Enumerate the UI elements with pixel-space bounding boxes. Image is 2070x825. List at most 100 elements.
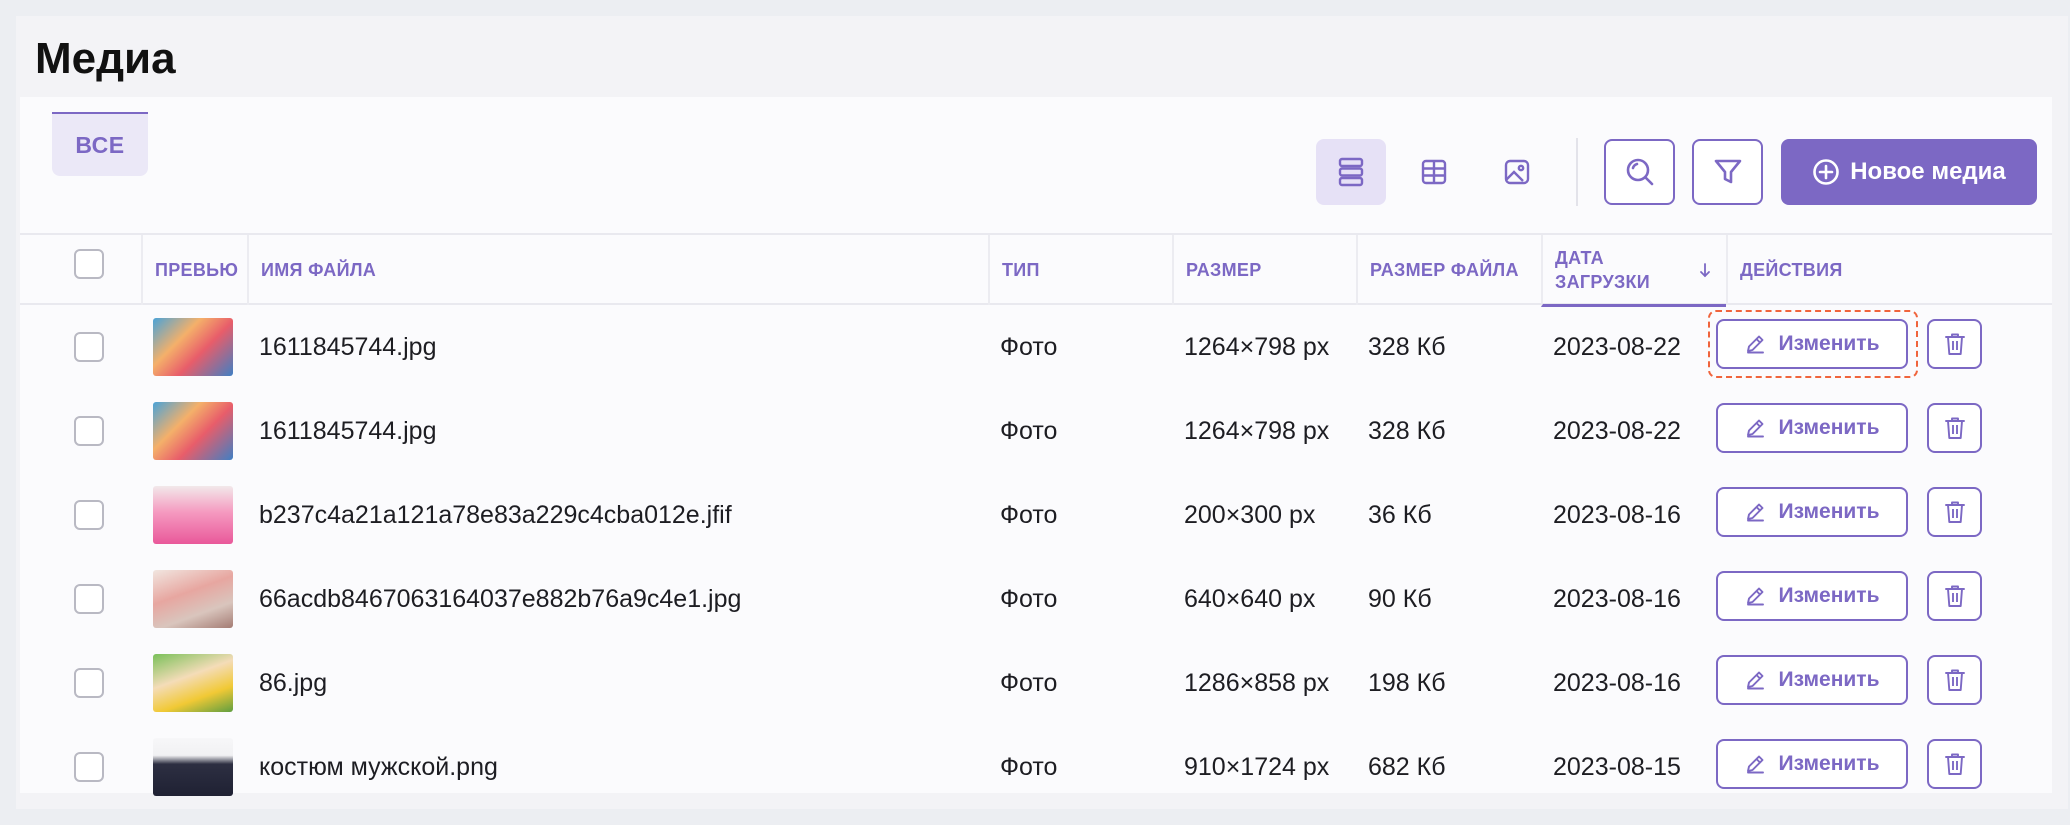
type-cell: Фото — [1000, 584, 1058, 613]
preview-thumbnail[interactable] — [153, 570, 233, 628]
upload-date-line2: ЗАГРУЗКИ — [1555, 271, 1651, 292]
filename-cell: 1611845744.jpg — [259, 416, 437, 445]
delete-button[interactable] — [1927, 403, 1982, 453]
plus-circle-icon — [1813, 159, 1840, 185]
type-cell: Фото — [1000, 332, 1058, 361]
file-size-cell: 328 Кб — [1368, 416, 1446, 445]
upload-date-cell: 2023-08-22 — [1553, 416, 1681, 445]
row-checkbox[interactable] — [74, 416, 104, 446]
filename-cell: b237c4a21a121a78e83a229c4cba012e.jfif — [259, 500, 732, 529]
column-preview: ПРЕВЬЮ — [141, 235, 247, 305]
table-row[interactable]: костюм мужской.png Фото 910×1724 px 682 … — [20, 725, 2052, 809]
delete-button[interactable] — [1927, 487, 1982, 537]
upload-date-cell: 2023-08-22 — [1553, 332, 1681, 361]
table-row[interactable]: 86.jpg Фото 1286×858 px 198 Кб 2023-08-1… — [20, 641, 2052, 725]
type-cell: Фото — [1000, 668, 1058, 697]
focus-ring — [1708, 310, 1918, 378]
type-cell: Фото — [1000, 416, 1058, 445]
edit-label: Изменить — [1778, 668, 1880, 691]
size-cell: 640×640 px — [1184, 584, 1316, 613]
size-cell: 1286×858 px — [1184, 668, 1330, 697]
search-button[interactable] — [1604, 139, 1675, 205]
search-icon — [1626, 158, 1653, 186]
upload-date-cell: 2023-08-16 — [1553, 584, 1681, 613]
filename-cell: 66acdb8467063164037e882b76a9c4e1.jpg — [259, 584, 742, 613]
edit-label: Изменить — [1778, 584, 1880, 607]
column-upload-date[interactable]: ДАТА ЗАГРУЗКИ — [1541, 235, 1726, 307]
file-size-cell: 682 Кб — [1368, 752, 1446, 781]
preview-thumbnail[interactable] — [153, 318, 233, 376]
column-size[interactable]: РАЗМЕР — [1172, 235, 1356, 305]
edit-button[interactable]: Изменить — [1716, 487, 1908, 537]
edit-label: Изменить — [1778, 752, 1880, 775]
table-row[interactable]: b237c4a21a121a78e83a229c4cba012e.jfif Фо… — [20, 473, 2052, 557]
tab-all[interactable]: ВСЕ — [52, 112, 148, 176]
trash-icon — [1944, 417, 1965, 439]
column-type[interactable]: ТИП — [988, 235, 1172, 305]
table-row[interactable]: 1611845744.jpg Фото 1264×798 px 328 Кб 2… — [20, 305, 2052, 389]
preview-thumbnail[interactable] — [153, 654, 233, 712]
row-checkbox[interactable] — [74, 500, 104, 530]
preview-thumbnail[interactable] — [153, 738, 233, 796]
pencil-icon — [1747, 503, 1765, 522]
upload-date-line1: ДАТА — [1555, 247, 1604, 268]
edit-button[interactable]: Изменить — [1716, 739, 1908, 789]
file-size-cell: 90 Кб — [1368, 584, 1432, 613]
toolbar-divider — [1576, 138, 1578, 206]
file-size-cell: 328 Кб — [1368, 332, 1446, 361]
upload-date-cell: 2023-08-16 — [1553, 668, 1681, 697]
size-cell: 200×300 px — [1184, 500, 1316, 529]
pencil-icon — [1747, 671, 1765, 690]
column-file-size[interactable]: РАЗМЕР ФАЙЛА — [1356, 235, 1541, 305]
edit-button[interactable]: Изменить — [1716, 571, 1908, 621]
list-icon — [1338, 157, 1364, 187]
grid-view-button[interactable] — [1399, 139, 1469, 205]
filter-button[interactable] — [1692, 139, 1763, 205]
size-cell: 1264×798 px — [1184, 332, 1330, 361]
trash-icon — [1944, 669, 1965, 691]
file-size-cell: 198 Кб — [1368, 668, 1446, 697]
upload-date-cell: 2023-08-15 — [1553, 752, 1681, 781]
grid-icon — [1421, 159, 1447, 185]
filename-cell: 1611845744.jpg — [259, 332, 437, 361]
select-all-checkbox[interactable] — [74, 249, 104, 279]
new-media-button[interactable]: Новое медиа — [1781, 139, 2037, 205]
row-checkbox[interactable] — [74, 752, 104, 782]
edit-label: Изменить — [1778, 416, 1880, 439]
column-upload-date-label: ДАТА ЗАГРУЗКИ — [1555, 246, 1650, 294]
filename-cell: 86.jpg — [259, 668, 328, 697]
edit-button[interactable]: Изменить — [1716, 655, 1908, 705]
filename-cell: костюм мужской.png — [259, 752, 498, 781]
arrow-down-icon — [1700, 262, 1710, 277]
row-checkbox[interactable] — [74, 584, 104, 614]
row-checkbox[interactable] — [74, 332, 104, 362]
edit-label: Изменить — [1778, 500, 1880, 523]
filter-icon — [1714, 159, 1741, 184]
pencil-icon — [1747, 419, 1765, 438]
delete-button[interactable] — [1927, 571, 1982, 621]
trash-icon — [1944, 333, 1965, 355]
delete-button[interactable] — [1927, 319, 1982, 369]
table-row[interactable]: 66acdb8467063164037e882b76a9c4e1.jpg Фот… — [20, 557, 2052, 641]
row-checkbox[interactable] — [74, 668, 104, 698]
table-row[interactable]: 1611845744.jpg Фото 1264×798 px 328 Кб 2… — [20, 389, 2052, 473]
delete-button[interactable] — [1927, 655, 1982, 705]
pencil-icon — [1747, 587, 1765, 606]
list-view-button[interactable] — [1316, 139, 1386, 205]
edit-button[interactable]: Изменить — [1716, 403, 1908, 453]
image-view-button[interactable] — [1482, 139, 1552, 205]
delete-button[interactable] — [1927, 739, 1982, 789]
preview-thumbnail[interactable] — [153, 486, 233, 544]
file-size-cell: 36 Кб — [1368, 500, 1432, 529]
type-cell: Фото — [1000, 500, 1058, 529]
size-cell: 910×1724 px — [1184, 752, 1330, 781]
column-filename[interactable]: ИМЯ ФАЙЛА — [247, 235, 988, 305]
trash-icon — [1944, 585, 1965, 607]
pencil-icon — [1747, 755, 1765, 774]
preview-thumbnail[interactable] — [153, 402, 233, 460]
type-cell: Фото — [1000, 752, 1058, 781]
page-title: Медиа — [35, 34, 176, 83]
trash-icon — [1944, 501, 1965, 523]
column-actions: ДЕЙСТВИЯ — [1726, 235, 2052, 305]
upload-date-cell: 2023-08-16 — [1553, 500, 1681, 529]
